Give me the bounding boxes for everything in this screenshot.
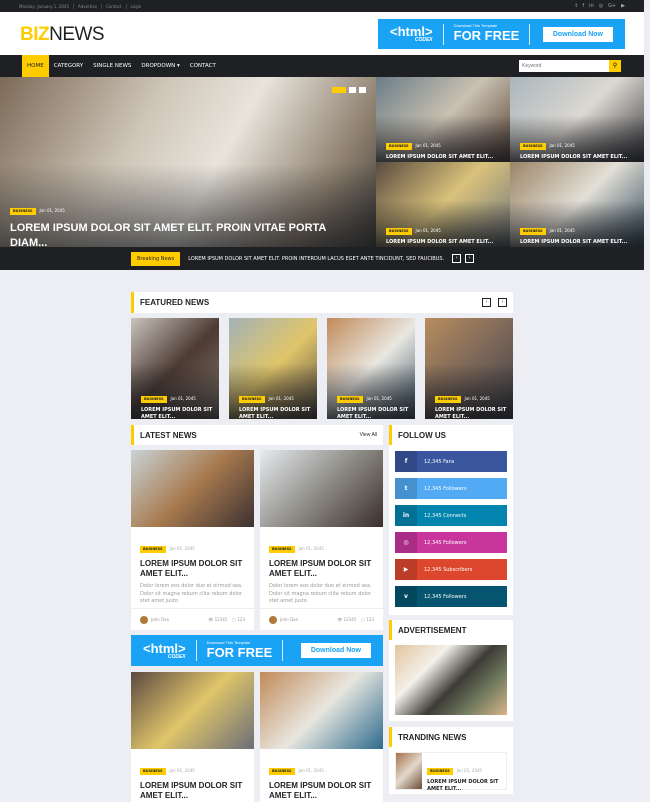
youtube-icon: ▶ [395, 559, 417, 580]
news-card[interactable]: BUSINESS Jan 01, 2045 LOREM IPSUM DOLOR SI… [260, 672, 383, 802]
follow-us-header: FOLLOW US [389, 425, 513, 445]
logo[interactable]: BIZNEWS [20, 24, 105, 46]
comments-count: ▢ 123 [361, 617, 374, 622]
breaking-news-bar: Breaking News LOREM IPSUM DOLOR SIT AMET… [0, 247, 644, 270]
download-now-button[interactable]: Download Now [300, 643, 371, 658]
search-input[interactable] [519, 60, 609, 72]
facebook-icon[interactable]: f [582, 3, 584, 9]
chevron-right-icon[interactable]: › [498, 298, 507, 307]
news-card[interactable]: BUSINESS Jan 01, 2045 LOREM IPSUM DOLOR S… [260, 450, 383, 630]
views-count: 👁 12345 [337, 617, 357, 622]
trending-news-header: TRANDING NEWS [389, 727, 513, 747]
vimeo-icon: v [395, 586, 417, 607]
comments-count: ▢ 123 [232, 617, 245, 622]
google-plus-icon[interactable]: G+ [608, 3, 616, 9]
linkedin-icon: in [395, 505, 417, 526]
hero-main-slide[interactable]: BUSINESS Jan 01, 2045 LOREM IPSUM DOLOR S… [0, 77, 376, 270]
mid-ad-banner[interactable]: <html> CODEX Download This Template FOR FR… [131, 635, 383, 666]
view-all-link[interactable]: View All [360, 432, 377, 438]
avatar [140, 615, 148, 624]
advertise-link[interactable]: Advertise [74, 3, 102, 9]
chevron-left-icon[interactable]: ‹ [482, 298, 491, 307]
header: BIZNEWS <html> CODEX Download This Templa… [0, 12, 644, 55]
nav-category[interactable]: CATEGORY [49, 55, 88, 77]
news-card[interactable]: BUSINESS Jan 01, 2045 LOREM IPSUM DOLOR SI… [131, 672, 254, 802]
facebook-follow[interactable]: f 12,345 Fans [395, 451, 507, 472]
hero-tile[interactable]: BUSINESS Jan 01, 2045 LOREM IPSUM DOLOR SI… [376, 77, 510, 162]
vimeo-follow[interactable]: v 12,345 Followers [395, 586, 507, 607]
twitter-icon[interactable]: t [575, 3, 577, 9]
instagram-follow[interactable]: ◎ 12,345 Followers [395, 532, 507, 553]
youtube-follow[interactable]: ▶ 12,345 Subscribers [395, 559, 507, 580]
youtube-icon[interactable]: ▶ [621, 3, 625, 9]
news-card[interactable]: BUSINESS Jan 01, 2045 LOREM IPSUM DOLOR S… [131, 450, 254, 630]
breaking-news-text[interactable]: LOREM IPSUM DOLOR SIT AMET ELIT. PROIN I… [188, 256, 444, 262]
nav-home[interactable]: HOME [22, 55, 49, 77]
advertisement-header: ADVERTISEMENT [389, 620, 513, 640]
download-now-button[interactable]: Download Now [542, 26, 613, 42]
search-form: ⚲ [519, 60, 621, 72]
chevron-right-icon[interactable]: › [465, 254, 475, 263]
breaking-news-label: Breaking News [131, 251, 181, 266]
hero-tile[interactable]: BUSINESS Jan 01, 2045 LOREM IPSUM DOLOR SI… [510, 77, 644, 162]
instagram-icon: ◎ [395, 532, 417, 553]
linkedin-follow[interactable]: in 12,345 Connects [395, 505, 507, 526]
nav-dropdown[interactable]: DROPDOWN ▾ [136, 55, 184, 77]
avatar [269, 615, 277, 624]
trending-item[interactable]: BUSINESS Jan 01, 2045 LOREM IPSUM DOLOR SI… [395, 752, 507, 792]
current-date: Monday, January 1, 2045 [19, 3, 75, 9]
instagram-icon[interactable]: ◎ [599, 3, 603, 9]
featured-card[interactable]: BUSINESS Jan 01, 2045 LOREM IPSUM DOLOR SI… [229, 318, 317, 420]
latest-news-header: LATEST NEWS View All [131, 425, 383, 445]
top-bar: Monday, January 1, 2045 Advertise Contac… [0, 0, 644, 12]
twitter-icon: t [395, 478, 417, 499]
views-count: 👁 12345 [208, 617, 228, 622]
featured-card[interactable]: BUSINESS Jan 01, 2045 LOREM IPSUM DOLOR SI… [327, 318, 415, 420]
featured-card[interactable]: BUSINESS Jan 01, 2045 LOREM IPSUM DOLOR SI… [131, 318, 219, 420]
contact-link[interactable]: Contact [102, 3, 127, 9]
hero-tile[interactable]: BUSINESS Jan 01, 2045 LOREM IPSUM DOLOR SI… [510, 162, 644, 247]
category-tag[interactable]: BUSINESS [10, 207, 36, 215]
nav-single-news[interactable]: SINGLE NEWS [88, 55, 136, 77]
twitter-follow[interactable]: t 12,345 Followers [395, 478, 507, 499]
featured-card[interactable]: BUSINESS Jan 01, 2045 LOREM IPSUM DOLOR SI… [425, 318, 513, 420]
facebook-icon: f [395, 451, 417, 472]
chevron-left-icon[interactable]: ‹ [452, 254, 462, 263]
slider-dots[interactable] [332, 87, 366, 93]
featured-news-header: FEATURED NEWS ‹ › [131, 292, 513, 313]
sidebar-ad-image[interactable] [395, 645, 507, 715]
search-icon[interactable]: ⚲ [609, 60, 621, 72]
login-link[interactable]: Login [127, 4, 146, 9]
linkedin-icon[interactable]: in [589, 3, 594, 9]
header-ad-banner[interactable]: <html> CODEX Download This Template FOR FR… [378, 19, 625, 49]
nav-contact[interactable]: CONTACT [185, 55, 221, 77]
hero-tile[interactable]: BUSINESS Jan 01, 2045 LOREM IPSUM DOLOR SI… [376, 162, 510, 247]
